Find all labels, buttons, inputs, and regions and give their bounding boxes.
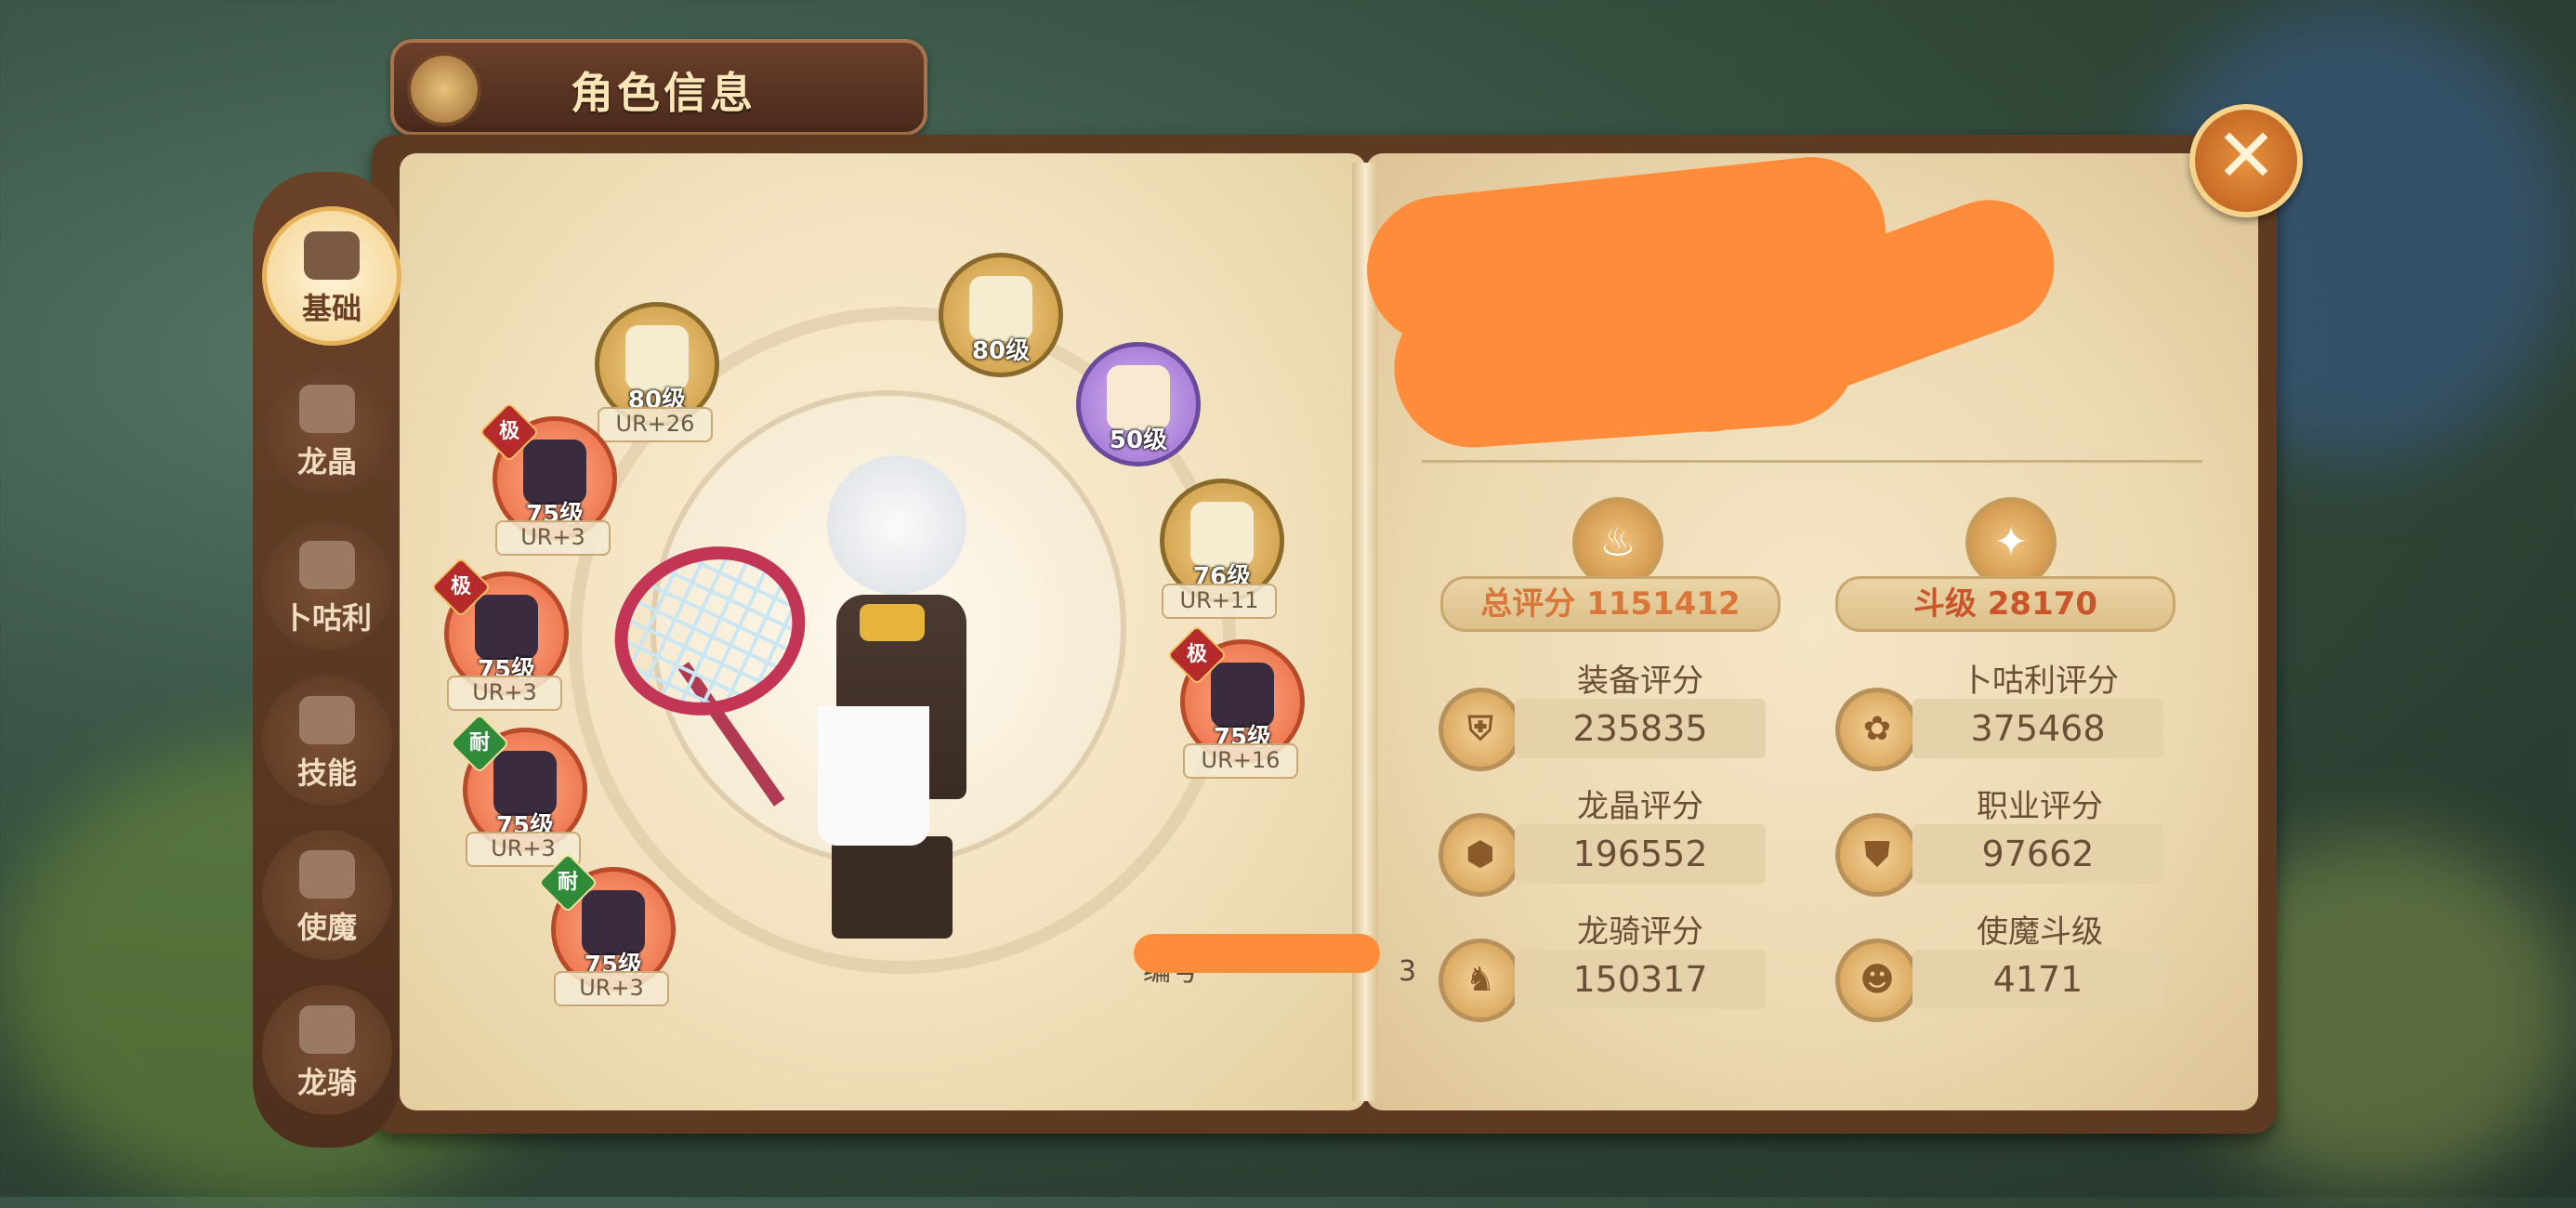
slot-ur: UR+3 bbox=[554, 971, 669, 1006]
tab-label: 龙骑 bbox=[296, 1065, 357, 1100]
slot-ur: UR+3 bbox=[495, 520, 611, 556]
character-legs bbox=[832, 836, 953, 939]
title-tab: 角色信息 bbox=[390, 39, 927, 136]
familiar-icon bbox=[299, 850, 355, 899]
bugli-icon bbox=[299, 541, 355, 589]
shield-icon: ⛊ bbox=[1835, 813, 1919, 897]
familiar-icon: ☻ bbox=[1835, 939, 1919, 1022]
bugli-score-label: 卜咕利评分 bbox=[1961, 663, 2119, 700]
crystal-icon bbox=[299, 385, 355, 433]
crystal-score-label: 龙晶评分 bbox=[1577, 788, 1703, 825]
player-id-suffix: 3 bbox=[1399, 955, 1417, 988]
emblem-icon bbox=[407, 52, 481, 126]
rider-score-label: 龙骑评分 bbox=[1577, 913, 1703, 951]
slot-ur: UR+26 bbox=[598, 407, 713, 442]
close-icon: ✕ bbox=[2215, 112, 2278, 199]
tab-label: 技能 bbox=[296, 755, 357, 791]
bugli-score-value: 375468 bbox=[1912, 699, 2163, 758]
flame-icon: ♨ bbox=[1572, 497, 1663, 588]
slot-level: 50级 bbox=[1109, 427, 1168, 454]
familiar-level-value: 4171 bbox=[1912, 950, 2163, 1009]
tab-label: 卜咕利 bbox=[282, 600, 372, 636]
tab-basic[interactable]: 基础 bbox=[262, 206, 401, 346]
dragon-icon bbox=[299, 1005, 355, 1054]
tab-dragon-crystal[interactable]: 龙晶 bbox=[262, 364, 392, 494]
crystal-score-value: 196552 bbox=[1515, 824, 1766, 884]
skill-wings-icon bbox=[299, 696, 355, 744]
tab-bugli[interactable]: 卜咕利 bbox=[262, 520, 392, 650]
equip-score-value: 235835 bbox=[1515, 699, 1766, 758]
page-title: 角色信息 bbox=[571, 68, 756, 118]
familiar-level-label: 使魔斗级 bbox=[1977, 913, 2103, 951]
redaction-scribble bbox=[1134, 934, 1380, 973]
tab-label: 使魔 bbox=[296, 910, 357, 945]
tab-familiar[interactable]: 使魔 bbox=[262, 830, 392, 960]
equip-score-label: 装备评分 bbox=[1577, 663, 1703, 700]
slot-ur: UR+16 bbox=[1183, 743, 1298, 779]
tab-skills[interactable]: 技能 bbox=[262, 676, 392, 806]
emblem-slot[interactable]: 80级 bbox=[939, 253, 1063, 377]
job-score-label: 职业评分 bbox=[1977, 788, 2103, 825]
slot-ur: UR+11 bbox=[1162, 584, 1277, 619]
tab-label: 基础 bbox=[301, 291, 361, 326]
total-score: 总评分 1151412 bbox=[1440, 576, 1781, 632]
slot-ur: UR+3 bbox=[447, 676, 562, 711]
paw-icon: ✿ bbox=[1835, 688, 1919, 771]
fight-level-icon: ✦ bbox=[1965, 497, 2057, 588]
character-apron bbox=[818, 706, 929, 846]
job-score-value: 97662 bbox=[1912, 824, 2163, 884]
trophy-slot[interactable]: 50级 bbox=[1076, 342, 1201, 466]
tab-dragon-rider[interactable]: 龙骑 bbox=[262, 985, 392, 1115]
dragon-icon: ♞ bbox=[1439, 939, 1522, 1022]
slot-level: 80级 bbox=[971, 337, 1031, 365]
divider bbox=[1422, 460, 2202, 463]
tab-label: 龙晶 bbox=[296, 444, 357, 479]
close-button[interactable]: ✕ bbox=[2189, 104, 2303, 217]
fight-level: 斗级 28170 bbox=[1835, 576, 2175, 632]
character-head[interactable] bbox=[827, 455, 966, 595]
character-scarf bbox=[860, 604, 925, 641]
crystal-icon: ⬢ bbox=[1439, 813, 1522, 897]
armor-icon: ⛨ bbox=[1439, 688, 1522, 771]
profile-card-icon bbox=[304, 231, 360, 280]
rider-score-value: 150317 bbox=[1515, 950, 1766, 1009]
